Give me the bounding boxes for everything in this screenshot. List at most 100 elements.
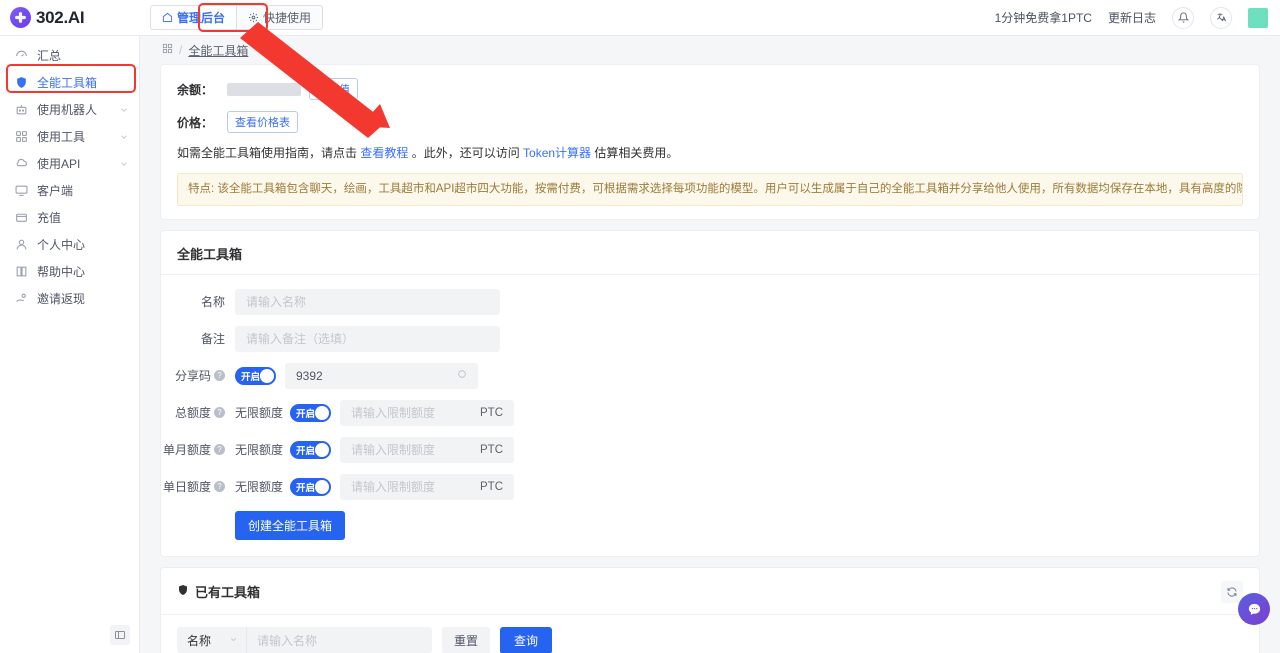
existing-toolbox-header: 已有工具箱 [161,568,1259,615]
sidebar-item-tools[interactable]: 使用工具 [0,123,139,150]
help-icon[interactable]: ? [214,370,225,382]
breadcrumb-separator: / [179,43,183,57]
monthly-quota-unlimited-label: 无限额度 [235,443,284,458]
field-remark-row: 备注 请输入备注（选填） [177,325,1243,352]
field-share-code-label: 分享码 ? [174,367,235,384]
cloud-icon [14,157,28,171]
query-button[interactable]: 查询 [500,626,553,653]
guide-text: 如需全能工具箱使用指南，请点击 查看教程 。此外，还可以访问 Token计算器 … [177,144,1243,162]
chat-bubble-icon[interactable] [1238,593,1270,625]
chevron-down-icon [119,132,129,142]
shield-icon [14,76,28,90]
monthly-quota-label-text: 单月额度 [162,443,211,458]
name-input[interactable]: 请输入名称 [235,288,500,315]
grid-icon [14,130,28,144]
filter-field-select[interactable]: 名称 [177,627,248,653]
promo-link[interactable]: 1分钟免费拿1PTC [995,9,1092,26]
total-quota-input[interactable]: 请输入限制额度 PTC [340,399,515,426]
user-icon [14,238,28,252]
sidebar-item-help-label: 帮助中心 [37,265,86,279]
help-icon[interactable]: ? [214,407,225,419]
chevron-down-icon [119,159,129,169]
create-toolbox-card: 全能工具箱 名称 请输入名称 备注 请输入备注（选填） 分享码 ? 开启 939… [160,229,1260,557]
total-quota-switch-wrap: 无限额度 开启 [235,403,332,422]
create-toolbox-button[interactable]: 创建全能工具箱 [235,510,346,540]
help-icon[interactable]: ? [214,481,225,493]
existing-toolbox-title-wrap: 已有工具箱 [177,582,260,601]
sidebar-item-api[interactable]: 使用API [0,150,139,177]
chevron-down-icon [119,105,129,115]
field-daily-quota-label: 单日额度 ? [163,478,235,495]
help-icon[interactable]: ? [214,444,225,456]
daily-quota-unlimited-label: 无限额度 [235,480,284,495]
existing-toolbox-card: 已有工具箱 名称 请输入名称 重置 查询 [160,566,1260,653]
daily-quota-placeholder: 请输入限制额度 [351,480,436,495]
app-root: 302.AI 管理后台 快捷使用 1分钟免费拿1PTC 更新日志 汇总 全能工具… [0,0,1280,653]
sidebar-item-client-label: 客户端 [37,184,74,198]
monthly-quota-toggle[interactable]: 开启 [290,440,332,459]
apps-icon[interactable] [162,43,173,57]
changelog-link[interactable]: 更新日志 [1108,9,1156,26]
toggle-knob [315,405,330,420]
daily-quota-toggle[interactable]: 开启 [290,477,332,496]
feature-notice-banner: 特点: 该全能工具箱包含聊天，绘画，工具超市和API超市四大功能，按需付费，可根… [177,173,1243,206]
share-code-label-text: 分享码 [174,369,211,384]
sidebar-item-robot[interactable]: 使用机器人 [0,96,139,123]
daily-quota-input[interactable]: 请输入限制额度 PTC [340,473,515,500]
sidebar-item-toolbox-label: 全能工具箱 [37,76,98,90]
wallet-icon [14,211,28,225]
filter-group: 名称 请输入名称 [177,627,433,653]
shield-icon [177,584,189,599]
share-code-input[interactable]: 9392 [285,362,478,389]
recharge-button[interactable]: 去充值 [309,78,358,100]
avatar[interactable] [1248,7,1268,28]
balance-row: 余额： 去充值 [177,78,1243,100]
breadcrumb-current[interactable]: 全能工具箱 [188,42,248,59]
total-quota-toggle-label: 开启 [296,408,316,420]
total-quota-unit: PTC [480,406,504,419]
create-toolbox-title: 全能工具箱 [161,231,1259,275]
toggle-knob [315,479,330,494]
share-code-switch-wrap: 开启 [235,366,276,385]
guide-text-part2: 。此外，还可以访问 [408,146,524,160]
token-calculator-link[interactable]: Token计算器 [523,146,591,160]
field-name-row: 名称 请输入名称 [177,288,1243,315]
field-total-quota-label: 总额度 ? [175,404,235,421]
bell-icon[interactable] [1172,6,1194,29]
field-daily-quota-row: 单日额度 ? 无限额度 开启 请输入限制额度 PTC [163,473,1243,500]
filter-search-input[interactable]: 请输入名称 [247,627,433,653]
monthly-quota-switch-wrap: 无限额度 开启 [235,440,332,459]
total-quota-toggle[interactable]: 开启 [290,403,332,422]
sidebar-item-summary[interactable]: 汇总 [0,42,139,69]
filter-field-value: 名称 [187,633,212,648]
price-row: 价格： 查看价格表 [177,111,1243,133]
top-header: 302.AI 管理后台 快捷使用 1分钟免费拿1PTC 更新日志 [0,0,1280,36]
translate-icon[interactable] [1210,6,1232,29]
sidebar-item-recharge-label: 充值 [37,211,62,225]
sidebar-item-toolbox[interactable]: 全能工具箱 [0,69,139,96]
book-icon [14,265,28,279]
sidebar-item-recharge[interactable]: 充值 [0,204,139,231]
sidebar-item-invite[interactable]: 邀请返现 [0,285,139,312]
share-code-toggle[interactable]: 开启 [235,366,276,385]
sidebar-item-help[interactable]: 帮助中心 [0,258,139,285]
reset-button[interactable]: 重置 [442,626,491,653]
monthly-quota-input[interactable]: 请输入限制额度 PTC [340,436,515,463]
sidebar-item-profile[interactable]: 个人中心 [0,231,139,258]
daily-quota-toggle-label: 开启 [296,482,316,494]
view-pricing-button[interactable]: 查看价格表 [227,111,298,133]
tutorial-link[interactable]: 查看教程 [360,146,408,160]
tab-admin-console-label: 管理后台 [177,11,226,25]
sidebar-item-client[interactable]: 客户端 [0,177,139,204]
remark-input[interactable]: 请输入备注（选填） [235,325,500,352]
tab-quick-use[interactable]: 快捷使用 [236,5,324,30]
monitor-icon [14,184,28,198]
brand[interactable]: 302.AI [0,7,140,28]
existing-toolbox-title: 已有工具箱 [195,585,261,601]
field-remark-label: 备注 [200,332,225,347]
tab-admin-console[interactable]: 管理后台 [150,5,237,30]
toggle-knob [260,368,274,383]
collapse-sidebar-icon[interactable] [110,625,130,645]
refresh-small-icon[interactable] [457,369,467,382]
body-wrap: 汇总 全能工具箱 使用机器人 使用工具 使用API 客户端 充值 个人中心 帮助… [0,36,1280,653]
